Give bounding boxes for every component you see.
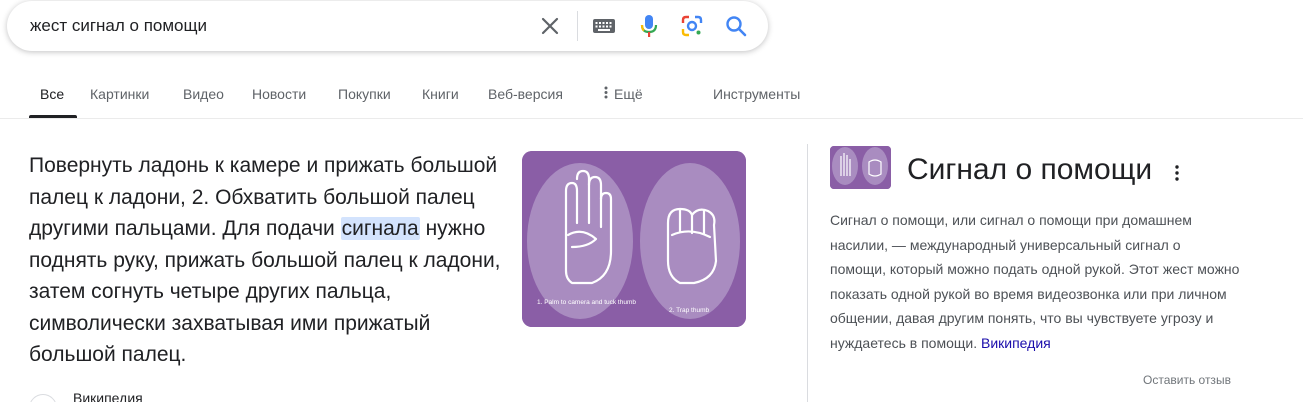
tab-images[interactable]: Картинки	[90, 86, 149, 102]
close-icon[interactable]	[536, 12, 564, 40]
featured-snippet-text: Повернуть ладонь к камере и прижать боль…	[29, 154, 501, 366]
wikipedia-favicon-icon	[29, 394, 57, 402]
tabs-divider	[0, 118, 1303, 119]
hand-signal-illustration: 1. Palm to camera and tuck thumb 2. Trap…	[522, 151, 746, 327]
search-icon[interactable]	[722, 12, 750, 40]
more-vert-icon	[604, 86, 608, 99]
tab-books[interactable]: Книги	[422, 86, 459, 102]
search-bar-divider	[577, 11, 578, 41]
tab-news[interactable]: Новости	[252, 86, 306, 102]
search-tabs: Все Картинки Видео Новости Покупки Книги…	[0, 70, 1303, 118]
knowledge-panel-thumbnail[interactable]	[830, 146, 891, 189]
tab-shopping[interactable]: Покупки	[338, 86, 391, 102]
tab-all[interactable]: Все	[40, 86, 64, 102]
caption-trap: 2. Trap thumb	[669, 307, 709, 314]
search-input[interactable]	[30, 15, 510, 37]
knowledge-panel-divider	[807, 144, 808, 402]
keyboard-icon[interactable]	[590, 12, 618, 40]
knowledge-panel-description: Сигнал о помощи, или сигнал о помощи при…	[830, 212, 1240, 351]
caption-palm: 1. Palm to camera and tuck thumb	[537, 299, 636, 306]
tab-more-label: Ещё	[614, 86, 643, 102]
tab-tools[interactable]: Инструменты	[713, 86, 800, 102]
highlighted-term: сигнала	[340, 217, 420, 240]
snippet-image[interactable]: 1. Palm to camera and tuck thumb 2. Trap…	[522, 151, 746, 327]
feedback-link[interactable]: Оставить отзыв	[1143, 373, 1231, 387]
tab-web[interactable]: Веб-версия	[488, 86, 563, 102]
google-lens-icon[interactable]	[678, 12, 706, 40]
tab-video[interactable]: Видео	[183, 86, 224, 102]
more-vert-icon[interactable]	[1170, 163, 1184, 183]
source-name: Википедия	[73, 390, 143, 402]
search-bar	[7, 1, 768, 51]
wikipedia-link[interactable]: Википедия	[981, 335, 1051, 351]
tab-more[interactable]: Ещё	[604, 86, 643, 102]
knowledge-panel-title: Сигнал о помощи	[907, 153, 1153, 186]
microphone-icon[interactable]	[635, 12, 663, 40]
hand-signal-thumbnail	[830, 146, 891, 189]
